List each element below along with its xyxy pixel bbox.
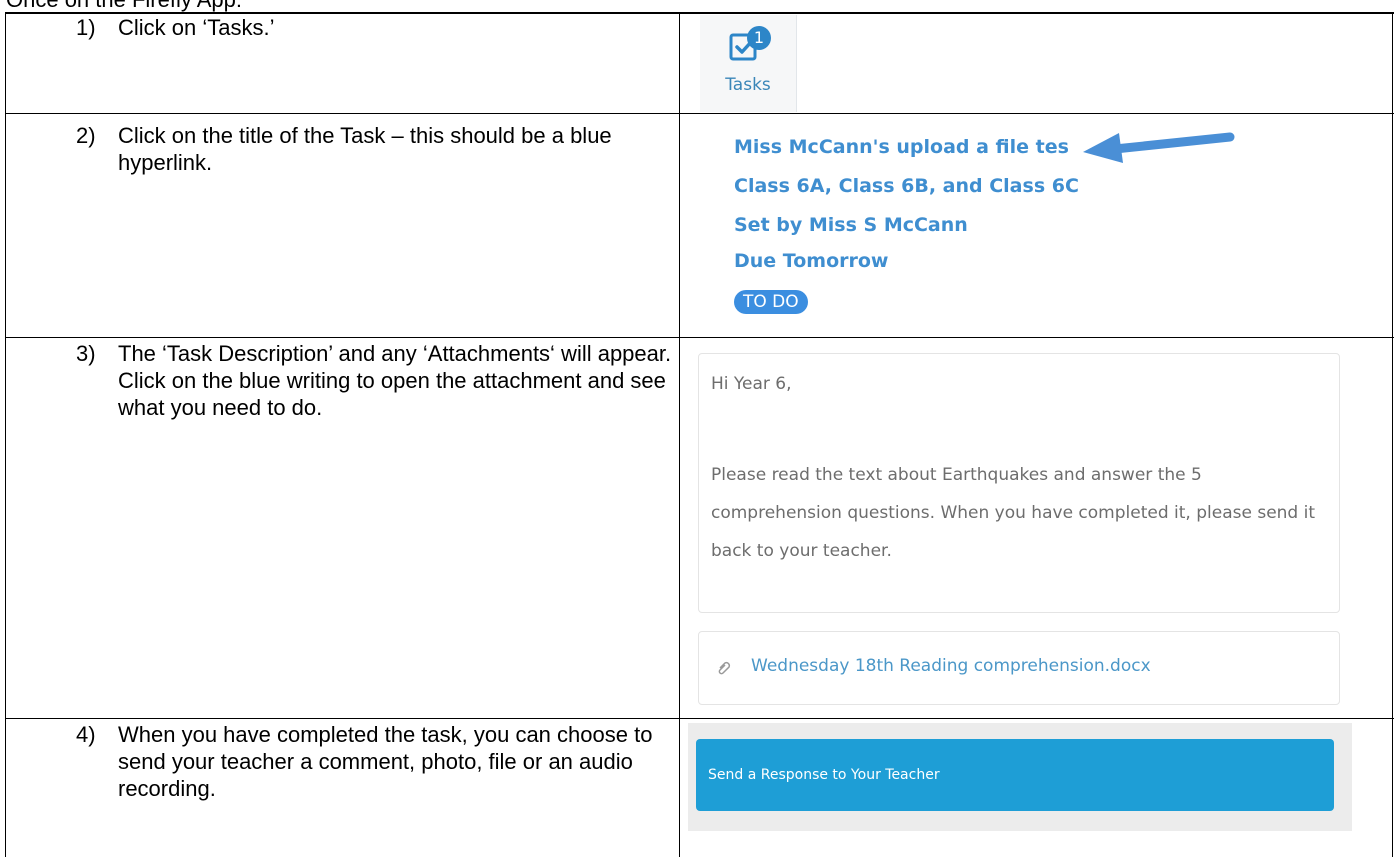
- notification-badge: 1: [747, 26, 771, 50]
- row-divider-2: [5, 337, 1394, 338]
- column-divider: [679, 12, 680, 857]
- step-text: The ‘Task Description’ and any ‘Attachme…: [118, 341, 672, 420]
- task-set-by: Set by Miss S McCann: [734, 214, 968, 236]
- row-divider-1: [5, 113, 1394, 114]
- send-response-button[interactable]: Send a Response to Your Teacher: [696, 739, 1334, 811]
- step-4: 4) When you have completed the task, you…: [76, 721, 672, 802]
- response-area: Send a Response to Your Teacher: [688, 723, 1352, 831]
- step-text: Click on ‘Tasks.’: [118, 15, 275, 40]
- attachment-icon: [715, 658, 733, 676]
- attachment-card: Wednesday 18th Reading comprehension.doc…: [698, 631, 1340, 705]
- step-number: 4): [76, 722, 96, 747]
- task-checkbox-icon: 1: [725, 26, 771, 65]
- tasks-label: Tasks: [725, 75, 771, 95]
- task-classes: Class 6A, Class 6B, and Class 6C: [734, 175, 1079, 197]
- step-number: 1): [76, 15, 96, 40]
- step-text: Click on the title of the Task – this sh…: [118, 123, 612, 175]
- row-divider-3: [5, 718, 1394, 719]
- tasks-nav-button[interactable]: 1 Tasks: [700, 15, 797, 112]
- attachment-link[interactable]: Wednesday 18th Reading comprehension.doc…: [751, 656, 1151, 676]
- step-number: 2): [76, 123, 96, 148]
- description-body: Please read the text about Earthquakes a…: [711, 465, 1316, 561]
- blue-arrow-icon: [1083, 132, 1235, 163]
- table-border-left: [5, 12, 6, 857]
- task-title-link[interactable]: Miss McCann's upload a file tes: [734, 136, 1069, 158]
- description-greeting: Hi Year 6,: [711, 374, 792, 394]
- task-description-card: Hi Year 6, Please read the text about Ea…: [698, 353, 1340, 613]
- status-badge: TO DO: [734, 290, 808, 314]
- step-number: 3): [76, 341, 96, 366]
- step-2: 2) Click on the title of the Task – this…: [76, 122, 672, 176]
- instruction-document: Once on the Firefly App: 1) Click on ‘Ta…: [0, 0, 1394, 857]
- step-text: When you have completed the task, you ca…: [118, 722, 653, 801]
- step-1: 1) Click on ‘Tasks.’: [76, 14, 666, 41]
- task-due: Due Tomorrow: [734, 250, 889, 272]
- table-border-right: [1392, 12, 1393, 857]
- step-3: 3) The ‘Task Description’ and any ‘Attac…: [76, 340, 672, 421]
